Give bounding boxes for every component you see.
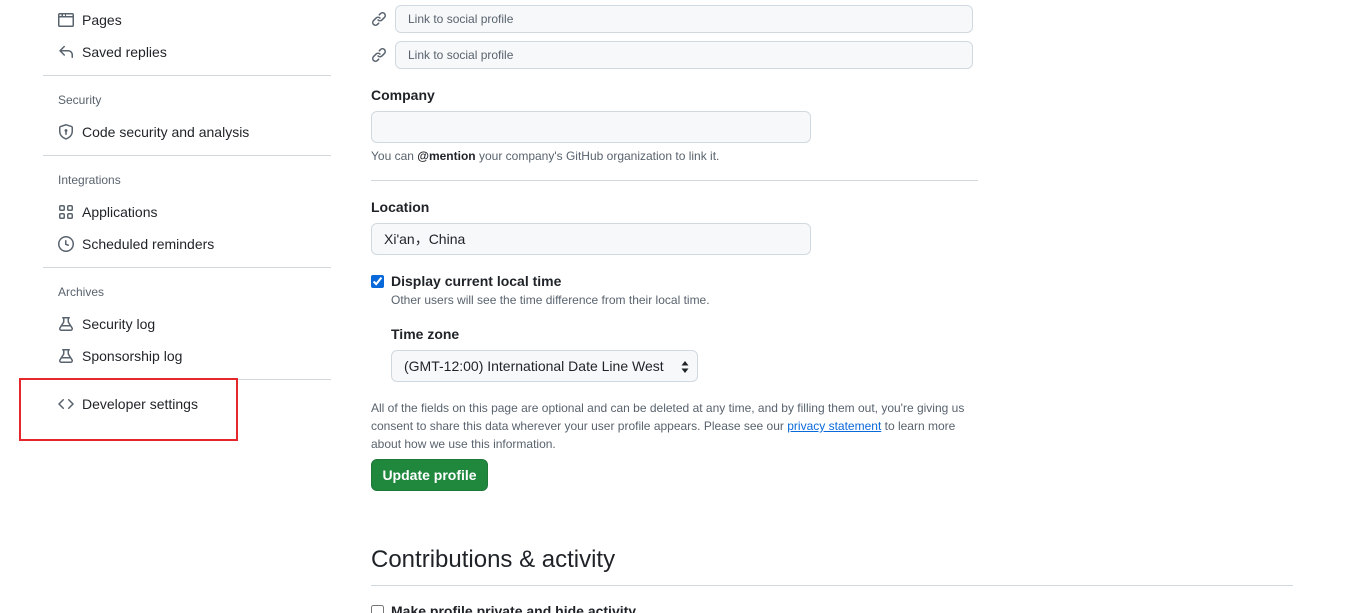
private-profile-label: Make profile private and hide activity <box>391 603 637 613</box>
sidebar-item-applications[interactable]: Applications <box>43 196 158 228</box>
privacy-statement-link[interactable]: privacy statement <box>787 419 881 433</box>
sidebar-item-code-security[interactable]: Code security and analysis <box>43 116 249 148</box>
local-time-note: Other users will see the time difference… <box>391 293 710 307</box>
contributions-heading: Contributions & activity <box>371 546 616 573</box>
private-profile-checkbox[interactable] <box>371 604 384 613</box>
link-icon <box>371 11 387 27</box>
log-icon <box>58 316 74 332</box>
timezone-label: Time zone <box>391 326 460 342</box>
sidebar-item-scheduled-reminders[interactable]: Scheduled reminders <box>43 228 214 260</box>
sidebar-heading-security: Security <box>58 93 102 107</box>
sidebar-item-label: Saved replies <box>82 44 167 60</box>
private-profile-row: Make profile private and hide activity <box>371 603 636 613</box>
timezone-select[interactable]: (GMT-12:00) International Date Line West <box>391 350 698 382</box>
sidebar-item-label: Pages <box>82 12 122 28</box>
sidebar-heading-archives: Archives <box>58 285 105 299</box>
sidebar-item-sponsorship-log[interactable]: Sponsorship log <box>43 340 182 372</box>
sidebar-divider <box>43 75 331 76</box>
sidebar-divider <box>43 155 331 156</box>
mention-text: @mention <box>417 149 476 163</box>
highlight-annotation-box <box>19 378 238 441</box>
social-link-row <box>371 5 973 33</box>
sidebar-item-label: Sponsorship log <box>82 348 183 364</box>
location-label: Location <box>371 199 430 215</box>
reply-icon <box>58 44 74 60</box>
log-icon <box>58 348 74 364</box>
sidebar-heading-integrations: Integrations <box>58 173 121 187</box>
local-time-label: Display current local time <box>391 273 562 289</box>
browser-icon <box>58 12 74 28</box>
clock-icon <box>58 236 74 252</box>
sidebar-divider <box>43 267 331 268</box>
sidebar-item-label: Security log <box>82 316 156 332</box>
privacy-disclaimer: All of the fields on this page are optio… <box>371 399 983 453</box>
company-note-prefix: You can <box>371 149 418 163</box>
sidebar-item-label: Scheduled reminders <box>82 236 215 252</box>
social-link-row <box>371 41 973 69</box>
shield-lock-icon <box>58 124 74 140</box>
sidebar-item-security-log[interactable]: Security log <box>43 308 155 340</box>
heading-divider <box>371 585 1293 586</box>
sidebar-item-pages[interactable]: Pages <box>43 4 122 36</box>
company-field[interactable] <box>371 111 811 143</box>
local-time-checkbox[interactable] <box>371 274 384 288</box>
company-label: Company <box>371 87 435 103</box>
form-divider <box>371 180 978 181</box>
update-profile-button[interactable]: Update profile <box>371 459 488 491</box>
timezone-selected-value: (GMT-12:00) International Date Line West <box>404 358 664 374</box>
social-profile-input[interactable] <box>395 5 973 33</box>
link-icon <box>371 47 387 63</box>
sidebar-item-label: Code security and analysis <box>82 124 250 140</box>
sidebar-item-saved-replies[interactable]: Saved replies <box>43 36 167 68</box>
apps-icon <box>58 204 74 220</box>
local-time-row: Display current local time <box>371 273 561 289</box>
sidebar-item-label: Applications <box>82 204 158 220</box>
company-note: You can @mention your company's GitHub o… <box>371 149 719 163</box>
company-note-suffix: your company's GitHub organization to li… <box>475 149 720 163</box>
location-field[interactable] <box>371 223 811 255</box>
social-profile-input[interactable] <box>395 41 973 69</box>
select-arrows-icon <box>681 361 689 373</box>
